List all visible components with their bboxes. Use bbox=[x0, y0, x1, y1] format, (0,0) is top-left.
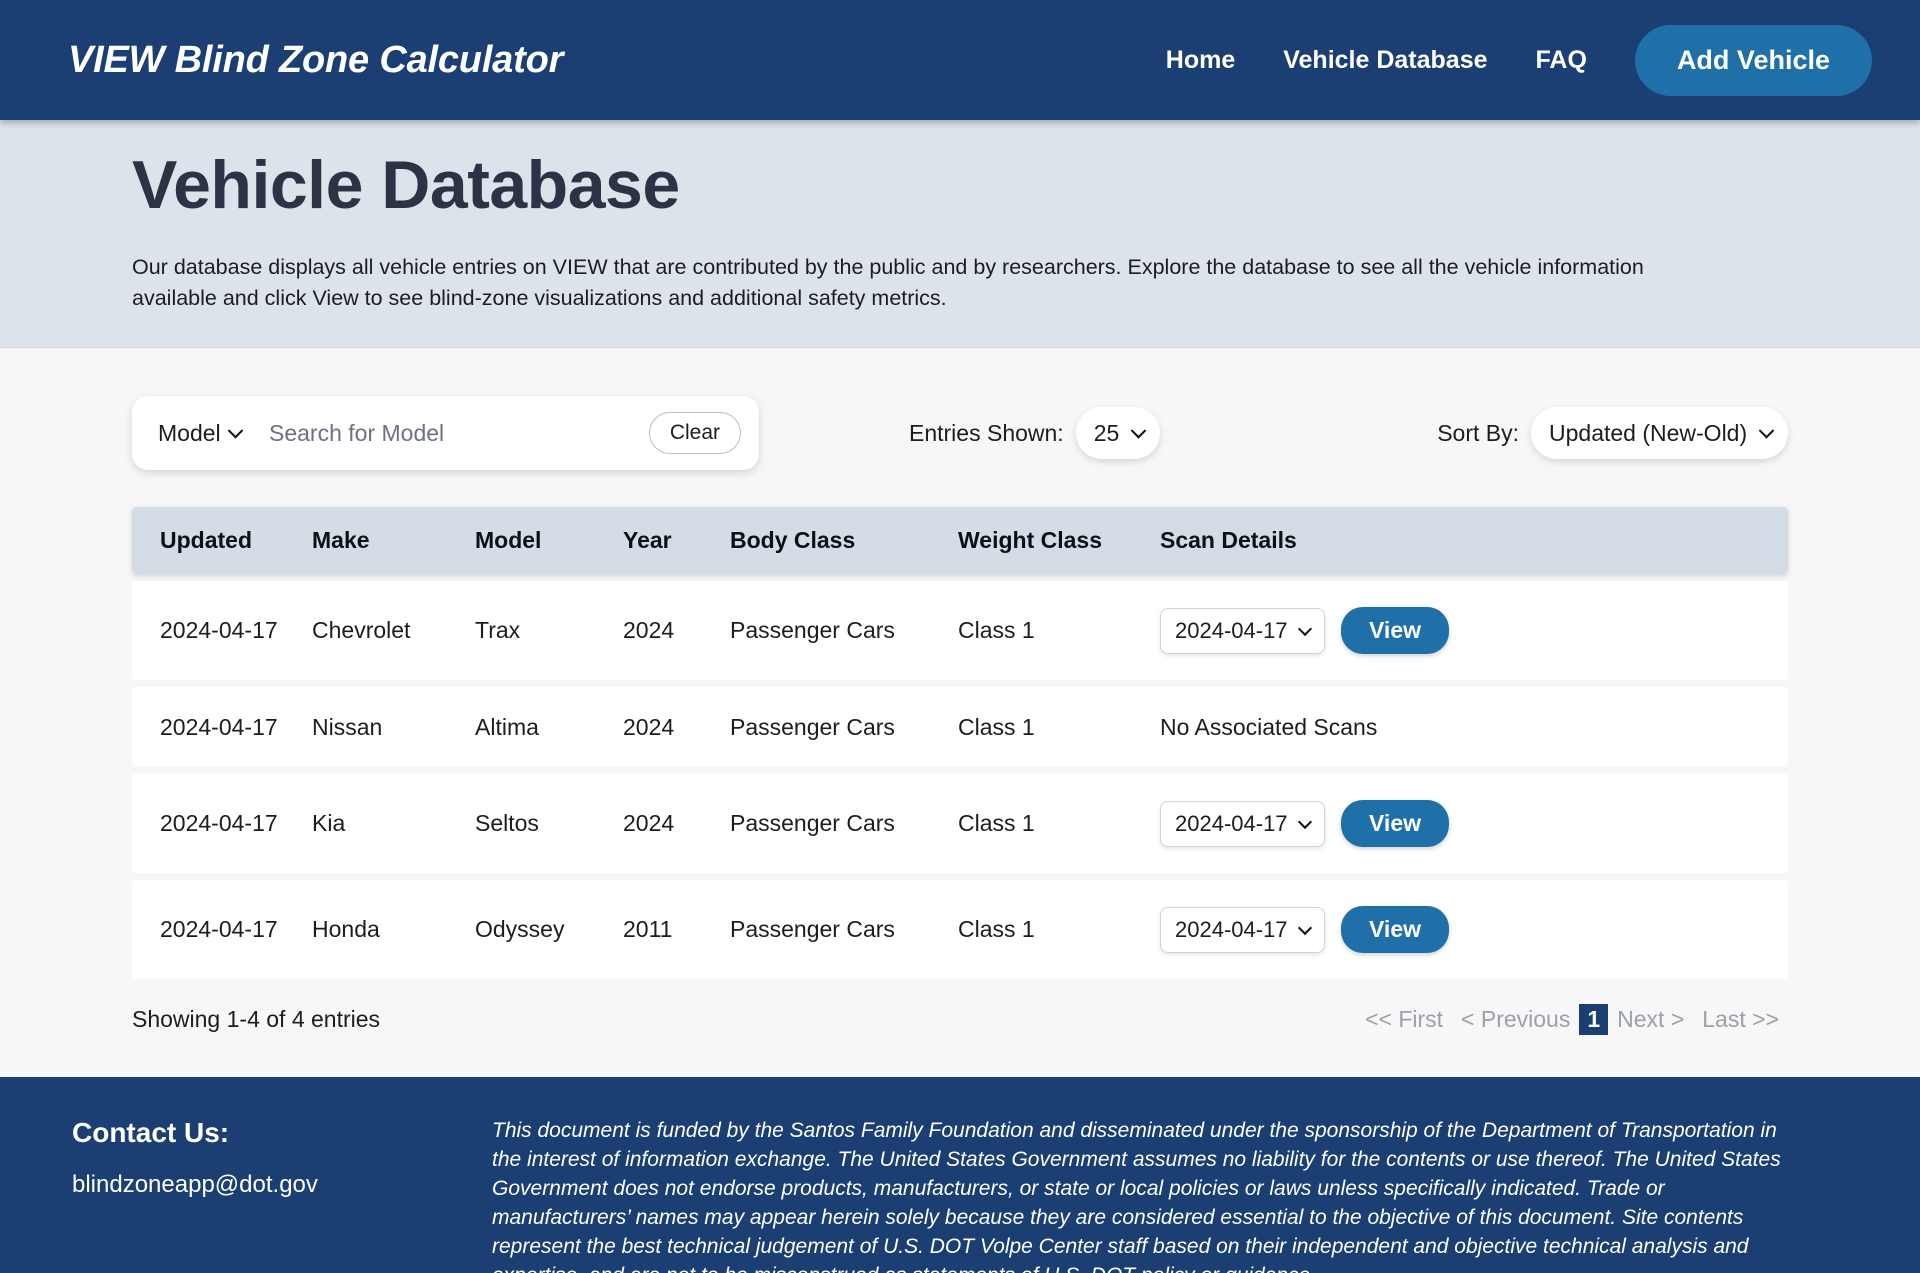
table-body: 2024-04-17 Chevrolet Trax 2024 Passenger Car… bbox=[132, 581, 1788, 980]
pagination-previous[interactable]: < Previous bbox=[1452, 1004, 1579, 1035]
entries-shown-label: Entries Shown: bbox=[909, 419, 1064, 446]
entries-shown-select[interactable]: 25 bbox=[1089, 420, 1152, 447]
cell-body-class: Passenger Cars bbox=[730, 581, 958, 681]
search-field-select[interactable]: Model bbox=[154, 416, 251, 451]
page-title: Vehicle Database bbox=[132, 147, 680, 223]
footer-contact: Contact Us: blindzoneapp@dot.gov bbox=[72, 1117, 492, 1273]
nav-link-home[interactable]: Home bbox=[1142, 46, 1259, 75]
main-content: Model Clear Entries Shown: 25 Sort By: U… bbox=[0, 348, 1920, 1036]
column-header-year[interactable]: Year bbox=[623, 507, 730, 575]
cell-updated: 2024-04-17 bbox=[132, 880, 312, 980]
table-controls: Model Clear Entries Shown: 25 Sort By: U… bbox=[0, 388, 1920, 478]
contact-us-title: Contact Us: bbox=[72, 1117, 230, 1149]
scan-date-select-wrap: 2024-04-17 bbox=[1160, 906, 1325, 953]
vehicle-table-container: Updated Make Model Year Body Class Weigh… bbox=[0, 478, 1920, 986]
column-header-make[interactable]: Make bbox=[312, 507, 475, 575]
cell-make: Chevrolet bbox=[312, 581, 475, 681]
column-header-weight-class[interactable]: Weight Class bbox=[958, 507, 1160, 575]
scan-date-select[interactable]: 2024-04-17 bbox=[1173, 917, 1318, 943]
cell-body-class: Passenger Cars bbox=[730, 774, 958, 874]
site-brand[interactable]: VIEW Blind Zone Calculator bbox=[68, 39, 563, 82]
entries-shown-select-wrap: 25 bbox=[1075, 407, 1160, 460]
sort-by-select[interactable]: Updated (New-Old) bbox=[1545, 420, 1780, 447]
pagination-last[interactable]: Last >> bbox=[1693, 1004, 1788, 1035]
sort-by-select-wrap: Updated (New-Old) bbox=[1531, 407, 1788, 460]
pagination-row: Showing 1-4 of 4 entries << First < Prev… bbox=[0, 986, 1920, 1036]
pagination-first[interactable]: << First bbox=[1356, 1004, 1452, 1035]
showing-entries-text: Showing 1-4 of 4 entries bbox=[132, 1006, 381, 1033]
scan-details-group: 2024-04-17 View bbox=[1160, 800, 1788, 848]
cell-body-class: Passenger Cars bbox=[730, 880, 958, 980]
search-field-select-wrap: Model bbox=[154, 416, 251, 451]
cell-updated: 2024-04-17 bbox=[132, 687, 312, 768]
cell-make: Honda bbox=[312, 880, 475, 980]
scan-date-select[interactable]: 2024-04-17 bbox=[1173, 618, 1318, 644]
scan-details-group: 2024-04-17 View bbox=[1160, 906, 1788, 954]
column-header-model[interactable]: Model bbox=[475, 507, 623, 575]
vehicle-table: Updated Make Model Year Body Class Weigh… bbox=[132, 500, 1788, 986]
scan-date-select-wrap: 2024-04-17 bbox=[1160, 800, 1325, 847]
nav-links: Home Vehicle Database FAQ Add Vehicle bbox=[1142, 24, 1872, 96]
cell-weight-class: Class 1 bbox=[958, 687, 1160, 768]
footer-disclaimer: This document is funded by the Santos Fa… bbox=[492, 1119, 1781, 1273]
cell-weight-class: Class 1 bbox=[958, 581, 1160, 681]
pagination-next[interactable]: Next > bbox=[1608, 1004, 1693, 1035]
cell-updated: 2024-04-17 bbox=[132, 774, 312, 874]
cell-scan-details: 2024-04-17 View bbox=[1160, 880, 1788, 980]
sort-by-label: Sort By: bbox=[1437, 419, 1519, 446]
table-row: 2024-04-17 Chevrolet Trax 2024 Passenger Car… bbox=[132, 581, 1788, 681]
cell-make: Kia bbox=[312, 774, 475, 874]
cell-year: 2024 bbox=[623, 687, 730, 768]
hero-section: Vehicle Database Our database displays a… bbox=[0, 120, 1920, 349]
table-header-row: Updated Make Model Year Body Class Weigh… bbox=[132, 507, 1788, 575]
table-row: 2024-04-17 Nissan Altima 2024 Passenger Cars… bbox=[132, 687, 1788, 768]
cell-year: 2024 bbox=[623, 581, 730, 681]
nav-link-faq[interactable]: FAQ bbox=[1512, 46, 1611, 75]
cell-model: Trax bbox=[475, 581, 623, 681]
scan-date-select[interactable]: 2024-04-17 bbox=[1173, 811, 1318, 837]
cell-body-class: Passenger Cars bbox=[730, 687, 958, 768]
cell-scan-details: No Associated Scans bbox=[1160, 687, 1788, 768]
cell-make: Nissan bbox=[312, 687, 475, 768]
cell-model: Altima bbox=[475, 687, 623, 768]
nav-link-vehicle-database[interactable]: Vehicle Database bbox=[1259, 46, 1511, 75]
pagination-current-page[interactable]: 1 bbox=[1579, 1004, 1609, 1036]
view-button[interactable]: View bbox=[1341, 800, 1449, 848]
cell-year: 2011 bbox=[623, 880, 730, 980]
column-header-updated[interactable]: Updated bbox=[132, 507, 312, 575]
top-navbar: VIEW Blind Zone Calculator Home Vehicle … bbox=[0, 0, 1920, 120]
clear-search-button[interactable]: Clear bbox=[648, 412, 741, 455]
column-header-body-class[interactable]: Body Class bbox=[730, 507, 958, 575]
pagination-controls: << First < Previous 1 Next > Last >> bbox=[1356, 1004, 1788, 1036]
view-button[interactable]: View bbox=[1341, 906, 1449, 954]
cell-year: 2024 bbox=[623, 774, 730, 874]
contact-email[interactable]: blindzoneapp@dot.gov bbox=[72, 1171, 492, 1199]
scan-details-group: 2024-04-17 View bbox=[1160, 607, 1788, 655]
cell-scan-details: 2024-04-17 View bbox=[1160, 581, 1788, 681]
cell-model: Odyssey bbox=[475, 880, 623, 980]
table-row: 2024-04-17 Honda Odyssey 2011 Passenger Cars… bbox=[132, 880, 1788, 980]
sort-by-group: Sort By: Updated (New-Old) bbox=[1437, 407, 1788, 460]
cell-weight-class: Class 1 bbox=[958, 774, 1160, 874]
table-head: Updated Make Model Year Body Class Weigh… bbox=[132, 507, 1788, 575]
column-header-scan-details[interactable]: Scan Details bbox=[1160, 507, 1788, 575]
cell-scan-details: 2024-04-17 View bbox=[1160, 774, 1788, 874]
cell-model: Seltos bbox=[475, 774, 623, 874]
no-associated-scans-text: No Associated Scans bbox=[1160, 713, 1378, 740]
table-row: 2024-04-17 Kia Seltos 2024 Passenger Cars Cla… bbox=[132, 774, 1788, 874]
site-footer: Contact Us: blindzoneapp@dot.gov This do… bbox=[0, 1077, 1920, 1273]
page-description: Our database displays all vehicle entrie… bbox=[132, 255, 1644, 310]
entries-shown-group: Entries Shown: 25 bbox=[909, 407, 1160, 460]
cell-updated: 2024-04-17 bbox=[132, 581, 312, 681]
scan-date-select-wrap: 2024-04-17 bbox=[1160, 607, 1325, 654]
cell-weight-class: Class 1 bbox=[958, 880, 1160, 980]
add-vehicle-button[interactable]: Add Vehicle bbox=[1634, 24, 1872, 96]
view-button[interactable]: View bbox=[1341, 607, 1449, 655]
search-card: Model Clear bbox=[132, 396, 759, 471]
search-input[interactable] bbox=[251, 418, 649, 448]
